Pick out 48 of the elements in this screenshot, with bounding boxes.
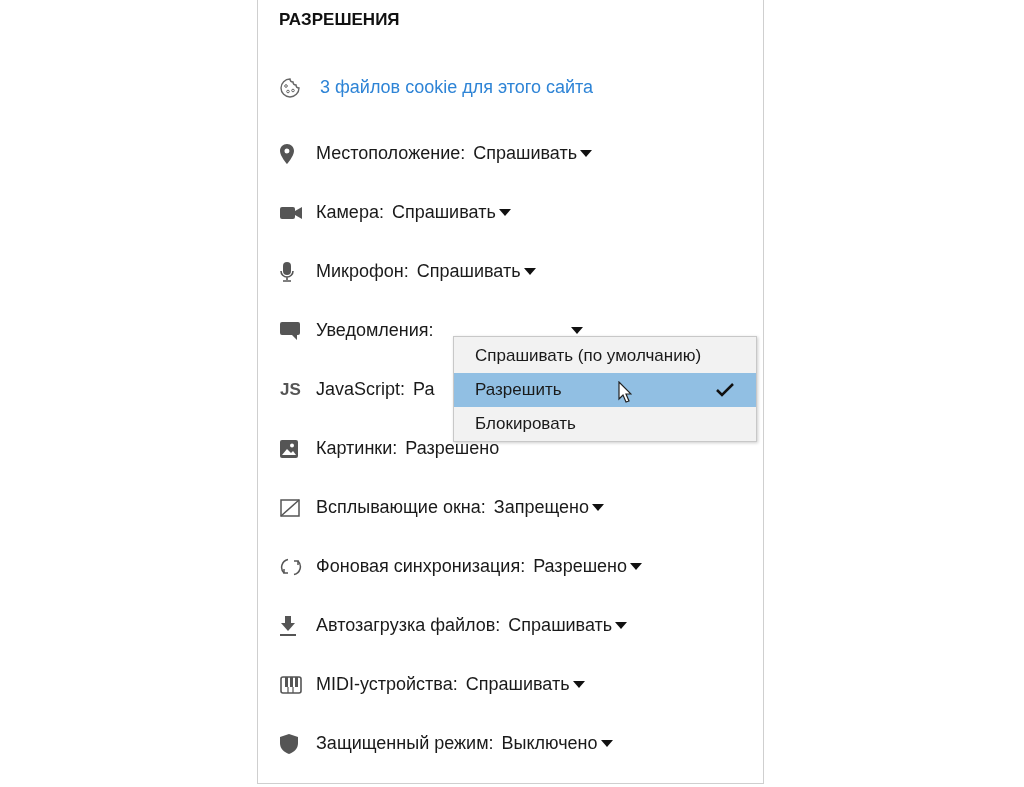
permission-value[interactable]: Спрашивать (416, 261, 521, 282)
menu-option[interactable]: Разрешить (454, 373, 756, 407)
permission-value[interactable]: Спрашивать (465, 674, 570, 695)
piano-keys-icon (280, 675, 302, 694)
permission-label: Картинки: (316, 438, 398, 459)
permission-value[interactable]: Спрашивать (508, 615, 613, 636)
permission-label: MIDI-устройства: (316, 674, 458, 695)
permission-label: Камера: (316, 202, 384, 223)
dropdown-caret-icon[interactable] (600, 740, 613, 747)
permission-label: Защищенный режим: (316, 733, 494, 754)
dropdown-caret-icon[interactable] (498, 209, 511, 216)
dropdown-caret-icon[interactable] (615, 622, 628, 629)
video-camera-icon (280, 205, 302, 220)
menu-option[interactable]: Блокировать (454, 407, 756, 441)
dropdown-caret-icon[interactable] (630, 563, 643, 570)
permission-label: JavaScript: (316, 379, 406, 400)
location-pin-icon (280, 143, 294, 164)
permission-label: Автозагрузка файлов: (316, 615, 501, 636)
permission-value[interactable]: Ра (413, 379, 435, 400)
blocked-window-icon (280, 498, 300, 517)
permission-label: Микрофон: (316, 261, 409, 282)
js-icon: JS (280, 379, 301, 400)
dropdown-caret-icon[interactable] (592, 504, 604, 511)
permission-value[interactable]: Запрещено (493, 497, 589, 518)
speech-bubble-icon (280, 321, 300, 340)
mouse-cursor-icon (618, 381, 632, 403)
cookie-icon (280, 77, 300, 98)
menu-option[interactable]: Спрашивать (по умолчанию) (454, 339, 756, 373)
dropdown-caret-icon[interactable] (580, 150, 593, 157)
image-icon (280, 439, 298, 458)
cookies-link[interactable]: 3 файлов cookie для этого сайта (320, 77, 594, 98)
section-title: РАЗРЕШЕНИЯ (279, 9, 401, 31)
checkmark-icon (716, 383, 734, 397)
shield-icon (280, 733, 298, 754)
permission-label: Уведомления: (316, 320, 434, 341)
dropdown-caret-icon[interactable] (523, 268, 536, 275)
permission-value[interactable]: Разрешено (405, 438, 500, 459)
permission-label: Местоположение: (316, 143, 466, 164)
permission-label: Всплывающие окна: (316, 497, 486, 518)
dropdown-caret-icon[interactable] (570, 327, 583, 334)
permission-value[interactable]: Спрашивать (473, 143, 578, 164)
microphone-icon (280, 261, 294, 282)
permission-value[interactable]: Спрашивать (391, 202, 496, 223)
permission-label: Фоновая синхронизация: (316, 556, 526, 577)
permission-value[interactable]: Разрешено (533, 556, 628, 577)
permission-value[interactable]: Выключено (501, 733, 598, 754)
dropdown-caret-icon[interactable] (572, 681, 585, 688)
download-icon (280, 615, 296, 636)
